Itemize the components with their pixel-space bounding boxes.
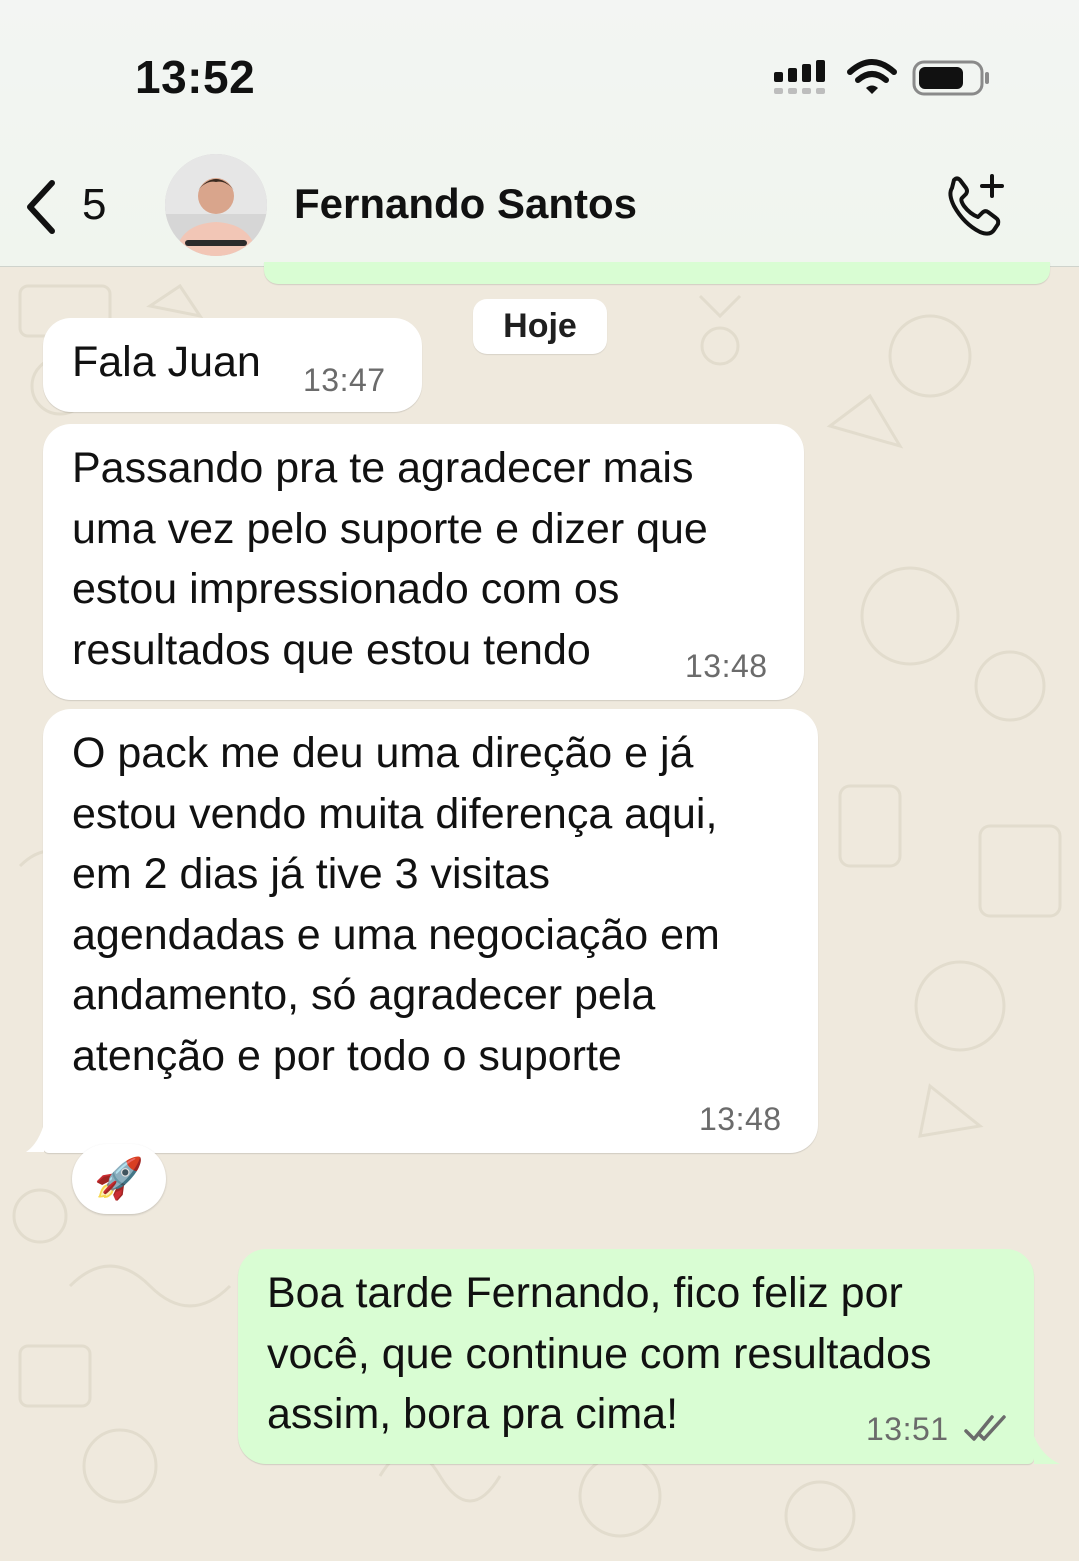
chevron-left-icon[interactable]	[22, 177, 62, 237]
reaction-badge[interactable]: 🚀	[72, 1144, 166, 1214]
message-time: 13:48	[699, 1101, 782, 1137]
message-text: Fala Juan	[72, 338, 261, 386]
bubble-tail	[1034, 1436, 1060, 1464]
message-line: Passando pra te agradecer mais	[72, 444, 694, 492]
double-check-icon	[964, 1415, 1006, 1441]
message-line: em 2 dias já tive 3 visitas	[72, 850, 550, 898]
status-time: 13:52	[135, 51, 256, 103]
incoming-message[interactable]: Passando pra te agradecer mais uma vez p…	[43, 424, 804, 700]
bubble-tail	[26, 1124, 44, 1152]
incoming-message[interactable]: Fala Juan 13:47	[43, 318, 422, 412]
message-text: Boa tarde Fernando, fico feliz por você,…	[267, 1263, 932, 1445]
message-line: estou impressionado com os	[72, 565, 620, 613]
message-line: agendadas e uma negociação em	[72, 910, 720, 959]
message-time: 13:51	[866, 1411, 949, 1447]
signal-icon	[774, 60, 825, 94]
message-line: atenção e por todo o suporte	[72, 1031, 622, 1080]
message-line: você, que continue com resultados	[267, 1329, 932, 1378]
top-bar: 13:52 5 Fernando Santos	[0, 0, 1079, 267]
date-separator: Hoje	[473, 299, 607, 354]
outgoing-message[interactable]: Boa tarde Fernando, fico feliz por você,…	[238, 1249, 1034, 1464]
message-line: resultados que estou tendo	[72, 625, 591, 674]
unread-count[interactable]: 5	[82, 180, 106, 230]
message-time: 13:47	[303, 362, 386, 398]
incoming-message[interactable]: O pack me deu uma direção e já estou ven…	[43, 709, 818, 1153]
avatar[interactable]	[165, 154, 267, 256]
previous-outgoing-bubble	[264, 262, 1050, 284]
message-line: andamento, só agradecer pela	[72, 971, 656, 1019]
add-call-icon[interactable]	[940, 170, 1010, 240]
message-time: 13:48	[685, 648, 768, 684]
message-text: Passando pra te agradecer mais uma vez p…	[72, 438, 708, 680]
wifi-icon	[847, 59, 897, 94]
message-line: uma vez pelo suporte e dizer que	[72, 504, 708, 553]
message-line: O pack me deu uma direção e já	[72, 729, 694, 777]
message-line: estou vendo muita diferença aqui,	[72, 789, 718, 838]
message-line: assim, bora pra cima!	[267, 1390, 679, 1438]
contact-name[interactable]: Fernando Santos	[294, 180, 637, 228]
battery-icon	[912, 60, 989, 96]
message-text: O pack me deu uma direção e já estou ven…	[72, 723, 720, 1086]
message-line: Boa tarde Fernando, fico feliz por	[267, 1269, 903, 1317]
